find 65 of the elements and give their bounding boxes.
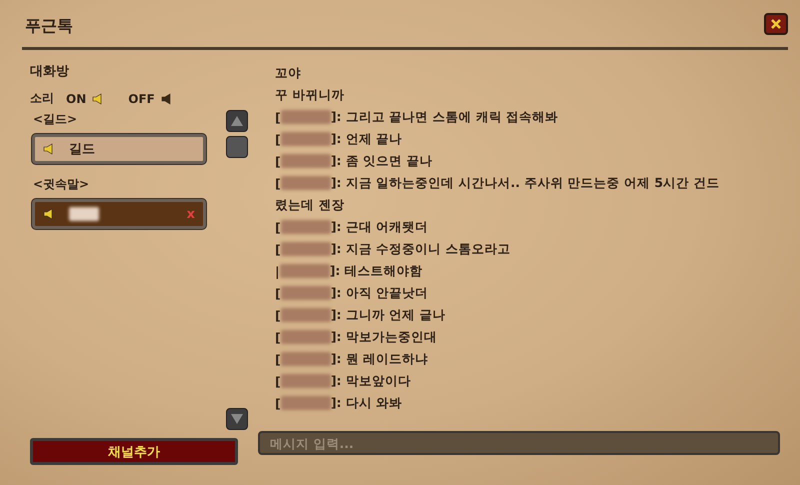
channel-name: 길드 [69,141,96,158]
bracket: [ [275,374,281,388]
redacted-name [280,154,331,168]
close-icon [770,18,782,30]
redacted-name [280,330,331,344]
speaker-icon [43,208,55,220]
redacted-name [280,176,331,190]
chat-message: ]: 뭔 레이드하냐 [330,350,428,368]
close-button[interactable] [764,12,788,34]
chat-message: ]: 테스트해야함 [330,262,423,280]
redacted-name [280,110,331,124]
bracket: [ [275,132,281,146]
bracket: | [275,264,280,278]
scroll-down-button[interactable] [226,408,248,430]
section-label: <귓속말> [33,176,90,193]
speaker-icon [43,143,55,155]
channel-item[interactable]: 길드 [32,134,206,164]
redacted-name [280,396,331,410]
bracket: [ [275,330,281,344]
speaker-icon [92,92,104,104]
redacted-name [69,207,99,221]
bracket: [ [275,110,281,124]
sound-label: 소리 [30,90,54,107]
redacted-name [280,242,331,256]
redacted-name [280,264,330,278]
chat-message: ]: 지금 수정중이니 스톰오라고 [330,240,510,258]
scroll-thumb[interactable] [226,136,248,158]
bracket: [ [275,176,281,190]
bracket: [ [275,352,281,366]
redacted-name [280,374,331,388]
add-channel-button[interactable]: 채널추가 [30,438,238,465]
bracket: [ [275,286,281,300]
window-title: 푸근톡 [25,16,73,37]
redacted-name [280,132,331,146]
section-label: <길드> [33,111,78,128]
chat-message: ]: 좀 잇으면 끝나 [330,152,432,170]
sidebar-heading: 대화방 [30,63,70,80]
bracket: [ [275,154,281,168]
redacted-name [280,352,331,366]
chat-message: ]: 지금 일하는중인데 시간나서.. 주사위 만드는중 어제 5시간 건드 [330,174,720,192]
chat-message: ]: 아직 안끝낫더 [330,284,428,302]
chat-message: ]: 막보앞이다 [330,372,411,390]
message-input[interactable]: 메시지 입력... [258,431,780,455]
chat-message: ]: 언제 끝나 [330,130,402,148]
sound-on-option[interactable]: ON [66,92,86,106]
chat-message: ]: 다시 와봐 [330,394,402,412]
redacted-name [280,286,331,300]
chat-message: ]: 근대 어캐됏더 [330,218,428,236]
arrow-up-icon [230,115,244,127]
bracket: [ [275,242,281,256]
bracket: [ [275,220,281,234]
chat-message: 꼬야 [275,64,301,82]
chat-message: 렸는데 젠장 [275,196,344,214]
bracket: [ [275,396,281,410]
bracket: [ [275,308,281,322]
arrow-down-icon [230,413,244,425]
chat-message: ]: 그리고 끝나면 스톰에 캐릭 접속해봐 [330,108,558,126]
chat-message: ]: 그니까 언제 긑나 [330,306,446,324]
redacted-name [280,308,331,322]
chat-message: 꾸 바뀌니까 [275,86,344,104]
scroll-up-button[interactable] [226,110,248,132]
chat-message: ]: 막보가는중인대 [330,328,437,346]
redacted-name [280,220,331,234]
sound-off-option[interactable]: OFF [128,92,155,106]
speaker-icon [160,92,173,104]
